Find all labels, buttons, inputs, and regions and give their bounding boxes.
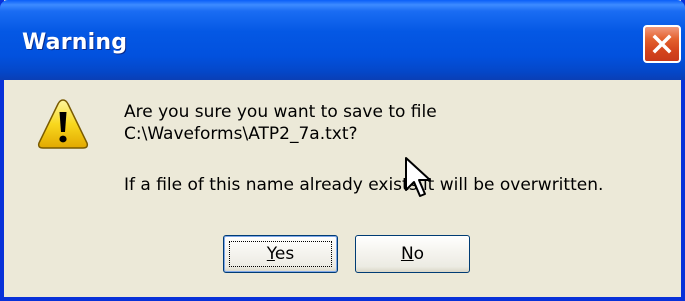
close-icon [651, 33, 673, 55]
close-button[interactable] [643, 25, 681, 63]
no-button[interactable]: No [355, 235, 470, 273]
title-bar[interactable]: Warning [0, 0, 685, 80]
file-path-line: C:\Waveforms\ATP2_7a.txt? [124, 124, 358, 144]
dialog-title: Warning [22, 30, 128, 55]
no-mnemonic: N [400, 244, 414, 264]
focus-rectangle [229, 241, 332, 267]
no-button-label: No [401, 244, 424, 264]
warning-dialog: Warning Are you sure you want to save to… [0, 0, 685, 301]
no-label-rest: o [413, 244, 425, 264]
message-line-1: Are you sure you want to save to file [124, 102, 437, 122]
yes-button[interactable]: Yes [223, 235, 338, 273]
mouse-pointer-icon [404, 156, 438, 202]
warning-icon [36, 97, 90, 151]
overwrite-warning-line: If a file of this name already exists it… [124, 175, 604, 195]
